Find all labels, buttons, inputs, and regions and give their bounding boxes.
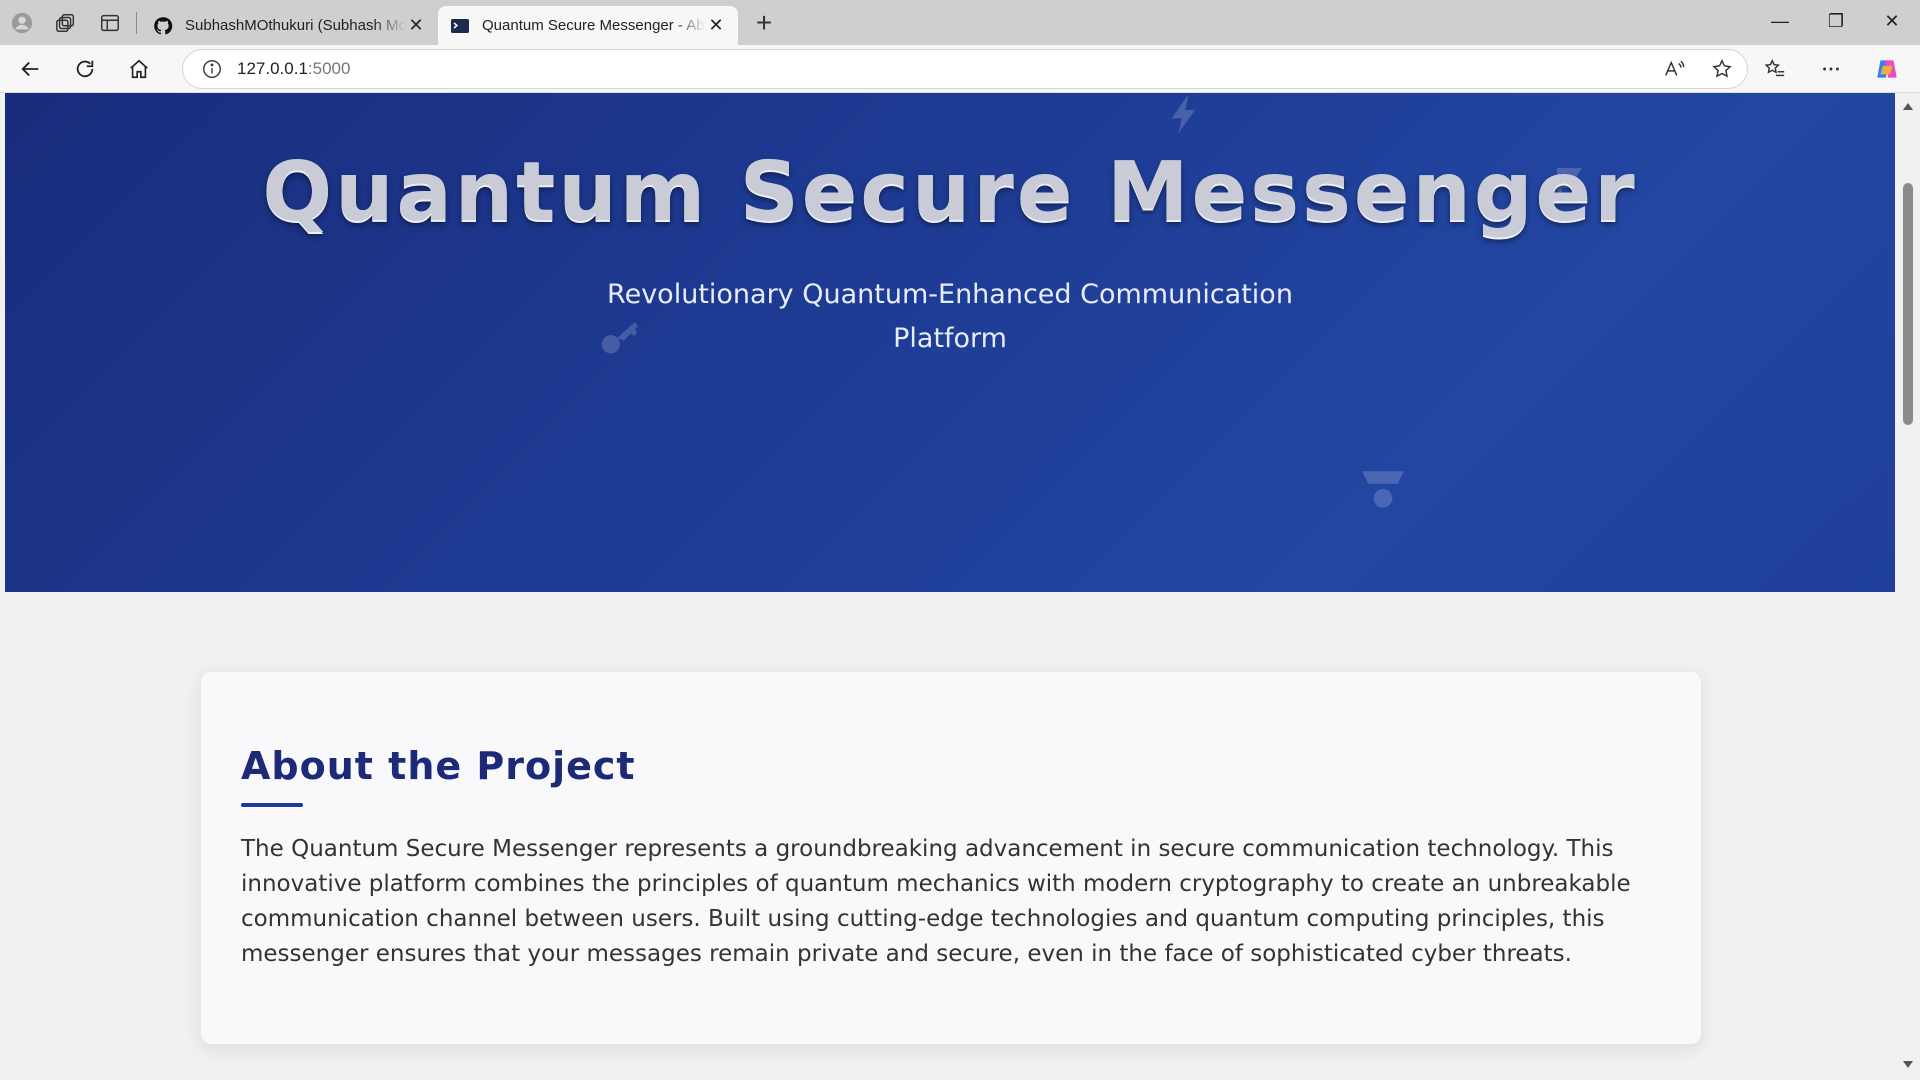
hero-subtitle-line: Platform (893, 323, 1007, 354)
page-viewport: Quantum Secure Messenger Revolutionary Q… (0, 93, 1920, 1080)
hero-title: Quantum Secure Messenger (262, 145, 1638, 240)
read-aloud-icon[interactable] (1661, 56, 1687, 82)
terminal-icon (450, 16, 470, 36)
window-controls: — ❐ ✕ (1752, 0, 1920, 42)
tab-title: SubhashMOthukuri (Subhash Mothukuri) (185, 17, 406, 34)
refresh-icon (76, 60, 94, 77)
new-tab-button[interactable]: + (744, 3, 784, 43)
about-body: The Quantum Secure Messenger represents … (241, 836, 1631, 967)
close-window-icon[interactable]: ✕ (1864, 0, 1920, 42)
github-icon (153, 16, 173, 36)
favorites-list-icon (1764, 59, 1785, 77)
minimize-icon[interactable]: — (1752, 0, 1808, 42)
tab-separator (136, 11, 137, 34)
vertical-tabs-button[interactable] (88, 0, 132, 45)
more-menu-button[interactable] (1810, 49, 1852, 89)
heading-underline (241, 803, 303, 807)
url-text[interactable]: 127.0.0.1:5000 (237, 59, 350, 79)
profile-icon (11, 12, 33, 33)
tab-title: Quantum Secure Messenger - About (482, 17, 706, 34)
close-tab-icon[interactable]: ✕ (706, 15, 726, 36)
page-scrollbar[interactable] (1896, 93, 1920, 1080)
shield-user-icon (1362, 471, 1404, 508)
tab-bar: SubhashMOthukuri (Subhash Mothukuri) ✕ Q… (0, 0, 1920, 45)
tab-quantum-messenger[interactable]: Quantum Secure Messenger - About ✕ (438, 6, 738, 45)
workspaces-icon (56, 13, 75, 32)
arrow-left-icon (21, 61, 39, 76)
address-bar[interactable]: 127.0.0.1:5000 (182, 49, 1748, 89)
workspaces-button[interactable] (44, 0, 88, 45)
restore-icon[interactable]: ❐ (1808, 0, 1864, 42)
hero-subtitle-line: Revolutionary Quantum-Enhanced Communica… (607, 279, 1293, 310)
refresh-button[interactable] (62, 49, 108, 89)
hero-section: Quantum Secure Messenger Revolutionary Q… (5, 93, 1895, 592)
lightning-icon (1171, 96, 1195, 134)
tab-github[interactable]: SubhashMOthukuri (Subhash Mothukuri) ✕ (141, 7, 438, 45)
scrollbar-thumb[interactable] (1903, 183, 1913, 425)
back-button[interactable] (8, 49, 54, 89)
info-icon[interactable] (201, 58, 223, 80)
close-tab-icon[interactable]: ✕ (406, 15, 426, 36)
url-port: :5000 (307, 59, 351, 78)
favorites-button[interactable] (1754, 49, 1796, 89)
toolbar-right (1754, 49, 1908, 89)
ellipsis-icon (1823, 67, 1839, 71)
scroll-up-arrow-icon[interactable] (1902, 101, 1914, 113)
copilot-icon (1877, 60, 1897, 78)
about-heading: About the Project (241, 744, 636, 788)
about-card: About the Project The Quantum Secure Mes… (201, 672, 1701, 1044)
url-host: 127.0.0.1 (237, 59, 308, 78)
hero-subtitle: Revolutionary Quantum-Enhanced Communica… (5, 273, 1895, 361)
scroll-down-arrow-icon[interactable] (1902, 1058, 1914, 1070)
favorite-star-icon[interactable] (1709, 56, 1735, 82)
browser-toolbar: 127.0.0.1:5000 (0, 45, 1920, 93)
home-icon (130, 59, 148, 78)
copilot-button[interactable] (1866, 49, 1908, 89)
address-actions (1661, 56, 1735, 82)
home-button[interactable] (116, 49, 162, 89)
tab-actions-icon (101, 14, 119, 31)
profile-button[interactable] (0, 0, 44, 45)
